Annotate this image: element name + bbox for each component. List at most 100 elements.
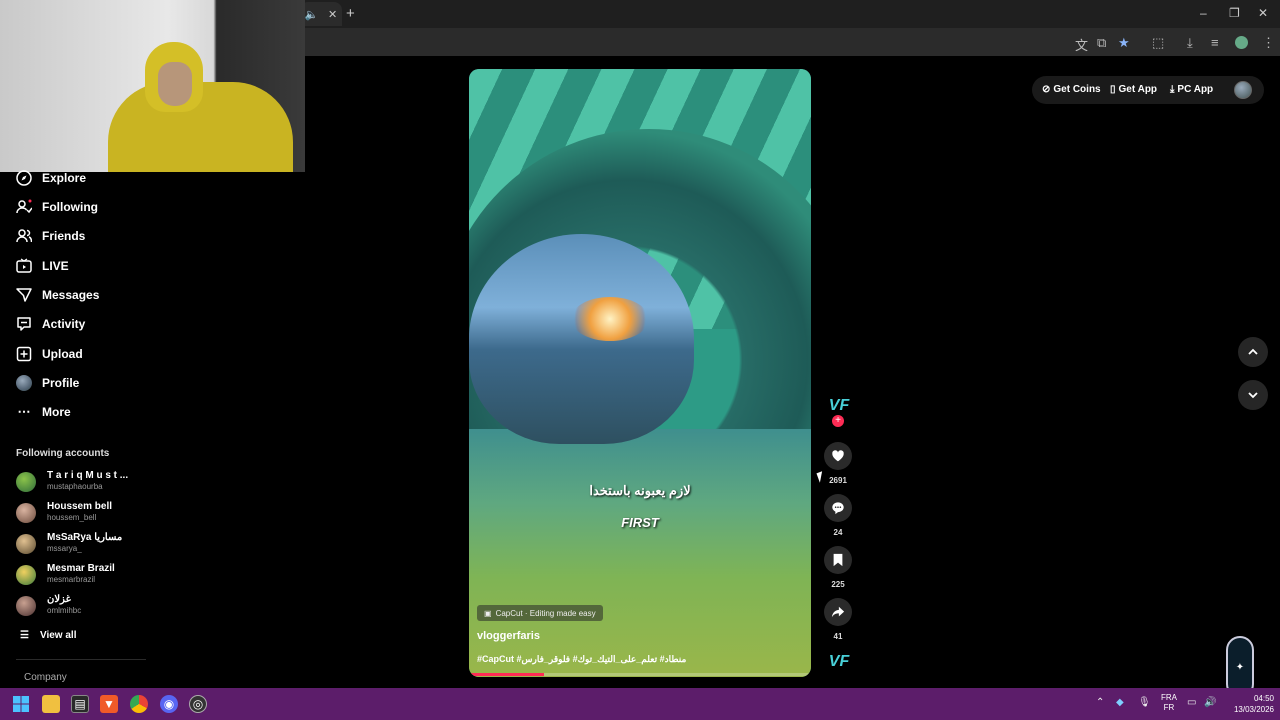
view-all-button[interactable]: ☰ View all: [20, 630, 76, 641]
creator-avatar[interactable]: VF: [827, 396, 851, 416]
account-name: Houssem bell: [47, 501, 113, 512]
like-button[interactable]: [824, 442, 852, 470]
save-button[interactable]: [824, 546, 852, 574]
account-name: T a r i q M u s t ...: [47, 470, 129, 481]
follow-plus-icon[interactable]: +: [832, 415, 844, 427]
video-player[interactable]: لازم يعبونه باستخدا FIRST ▣ CapCut · Edi…: [469, 69, 811, 677]
brave-icon[interactable]: ▼: [100, 695, 118, 713]
following-account[interactable]: غزلان omlmihbc: [16, 592, 146, 620]
video-progress-bar[interactable]: [469, 673, 811, 676]
avatar: [16, 472, 36, 492]
nav-following[interactable]: Following: [16, 197, 98, 217]
discord-icon[interactable]: ◉: [160, 695, 178, 713]
tray-chevron-up-icon[interactable]: ⌃: [1096, 697, 1104, 708]
nav-friends-label: Friends: [42, 229, 86, 243]
nav-following-label: Following: [42, 200, 98, 214]
windows-start-icon[interactable]: [12, 695, 30, 713]
view-all-label: View all: [39, 630, 77, 641]
new-tab-button[interactable]: +: [346, 5, 355, 22]
webcam-overlay: [0, 0, 305, 172]
language-top: FRA: [1161, 693, 1177, 702]
video-description: #CapCut #منطاد# تعلم_على_التيك_توك# فلوق…: [477, 654, 687, 664]
tray-app-icon[interactable]: ◆: [1116, 697, 1124, 708]
media-icon[interactable]: ≡: [1211, 35, 1219, 50]
nav-profile-label: Profile: [42, 376, 80, 390]
nav-messages-label: Messages: [42, 288, 100, 302]
language-indicator[interactable]: FRA FR: [1158, 693, 1180, 713]
phone-icon: ▯: [1110, 84, 1116, 95]
nav-explore[interactable]: Explore: [16, 168, 86, 188]
network-icon[interactable]: ▭: [1187, 697, 1196, 708]
company-link[interactable]: Company: [24, 672, 67, 683]
close-window-button[interactable]: ✕: [1258, 6, 1268, 20]
system-clock[interactable]: 04:50 13/03/2026: [1224, 693, 1274, 715]
speaker-icon[interactable]: 🔈: [305, 8, 319, 21]
account-handle: mesmarbrazil: [47, 575, 96, 584]
nav-more[interactable]: ⋯ More: [16, 402, 71, 422]
get-app-button[interactable]: ▯ Get App: [1110, 84, 1157, 95]
store-icon[interactable]: ▤: [71, 695, 89, 713]
nav-friends[interactable]: Friends: [16, 226, 85, 246]
nav-messages[interactable]: Messages: [16, 285, 99, 305]
nav-activity[interactable]: Activity: [16, 314, 85, 334]
account-name: MsSaRya مساريا: [47, 532, 123, 543]
capcut-anchor[interactable]: ▣ CapCut · Editing made easy: [477, 605, 603, 621]
download-icon: ⤓: [1170, 84, 1175, 95]
music-disc-icon[interactable]: VF: [827, 652, 851, 672]
pc-app-button[interactable]: ⤓ PC App: [1170, 84, 1213, 95]
clock-date: 13/03/2026: [1233, 705, 1274, 714]
following-account[interactable]: MsSaRya مساريا mssarya_: [16, 530, 146, 558]
nav-more-label: More: [42, 405, 71, 419]
comment-icon: [832, 502, 844, 515]
menu-icon[interactable]: ⋮: [1262, 35, 1275, 51]
account-handle: mssarya_: [47, 544, 82, 553]
nav-activity-label: Activity: [42, 317, 86, 331]
get-coins-label: Get Coins: [1053, 84, 1101, 95]
chrome-icon[interactable]: [130, 695, 148, 713]
coin-icon: ⊘: [1042, 84, 1051, 95]
following-icon: [16, 199, 32, 215]
bookmark-star-icon[interactable]: ★: [1118, 35, 1130, 51]
subtitle-arabic: لازم يعبونه باستخدا: [589, 483, 691, 498]
nav-live[interactable]: LIVE: [16, 256, 69, 276]
translate-icon[interactable]: 文: [1075, 35, 1088, 54]
webcam-person-face: [158, 62, 192, 106]
previous-video-button[interactable]: [1238, 337, 1268, 367]
volume-icon[interactable]: 🔊: [1204, 697, 1216, 708]
following-account[interactable]: T a r i q M u s t ... mustaphaourba: [16, 468, 146, 496]
restore-button[interactable]: ❐: [1229, 6, 1240, 20]
minimize-button[interactable]: –: [1200, 6, 1207, 20]
comment-count: 24: [833, 528, 843, 537]
screen: 🔈 ✕ + – ❐ ✕ 文 ⧉ ★ ⬚ ⤓ ≡ ⋮ Explore Follow…: [0, 0, 1280, 720]
video-author[interactable]: vloggerfaris: [477, 630, 540, 642]
nav-profile[interactable]: Profile: [16, 373, 79, 393]
nav-upload[interactable]: Upload: [16, 344, 83, 364]
comment-button[interactable]: [824, 494, 852, 522]
following-account[interactable]: Houssem bell houssem_bell: [16, 499, 146, 527]
profile-icon[interactable]: [1235, 36, 1248, 49]
cast-icon[interactable]: ⧉: [1097, 35, 1106, 51]
browser-tab[interactable]: 🔈 ✕: [300, 2, 342, 26]
activity-icon: [16, 316, 32, 332]
next-video-button[interactable]: [1238, 380, 1268, 410]
following-account[interactable]: Mesmar Brazil mesmarbrazil: [16, 561, 146, 589]
close-tab-icon[interactable]: ✕: [328, 8, 337, 21]
account-handle: mustaphaourba: [47, 482, 103, 491]
microphone-icon[interactable]: 🎙: [1138, 697, 1151, 708]
obs-icon[interactable]: ◎: [189, 695, 207, 713]
get-coins-button[interactable]: ⊘ Get Coins: [1042, 84, 1101, 95]
share-button[interactable]: [824, 598, 852, 626]
download-icon[interactable]: ⤓: [1187, 35, 1193, 51]
avatar: [16, 503, 36, 523]
user-avatar[interactable]: [1234, 81, 1252, 99]
account-handle: houssem_bell: [47, 513, 97, 522]
friends-icon: [16, 228, 32, 244]
share-count: 41: [833, 632, 843, 641]
file-explorer-icon[interactable]: [42, 695, 60, 713]
share-icon: [831, 606, 845, 618]
extensions-icon[interactable]: ⬚: [1152, 35, 1164, 51]
live-icon: [16, 258, 32, 274]
video-progress-fill: [469, 673, 545, 676]
nav-upload-label: Upload: [42, 347, 83, 361]
nav-explore-label: Explore: [42, 171, 87, 185]
